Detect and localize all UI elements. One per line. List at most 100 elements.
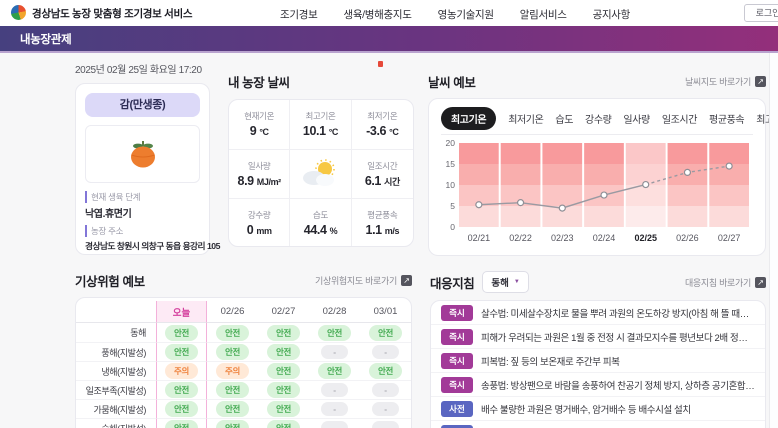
nav-item-4[interactable]: 알림서비스 xyxy=(520,7,567,22)
sun-behind-cloud-icon xyxy=(300,159,340,189)
risk-cell: 안전 xyxy=(258,380,309,399)
status-badge: 안전 xyxy=(165,344,198,360)
service-title: 경상남도 농장 맞춤형 조기경보 서비스 xyxy=(32,6,192,21)
nav-item-1[interactable]: 조기경보 xyxy=(280,7,317,22)
weather-cell-value: 9 °C xyxy=(250,124,269,138)
status-badge: 안전 xyxy=(318,325,351,341)
weather-cell-unit: °C xyxy=(259,127,268,137)
forecast-tabs: 최고기온최저기온습도강수량일사량일조시간평균풍속최고풍속 xyxy=(441,107,753,135)
svg-text:02/25: 02/25 xyxy=(634,233,657,243)
risk-cell: 안전 xyxy=(207,380,258,399)
risk-cell: - xyxy=(309,342,360,361)
forecast-line-chart: 0510152002/2102/2202/2302/2402/2502/2602… xyxy=(441,137,755,249)
risk-cell: 안전 xyxy=(156,399,207,418)
section-banner: 내농장관제 xyxy=(0,26,778,53)
status-badge: - xyxy=(321,421,348,428)
weather-cell-label: 습도 xyxy=(313,209,328,221)
tab-평균풍속[interactable]: 평균풍속 xyxy=(709,111,744,126)
status-badge: 안전 xyxy=(267,363,300,379)
farm-card: 감(만생종) 현재 생육 단계 낙엽.휴면기 농장 주소 경상남도 창원시 의창… xyxy=(75,83,210,255)
guidelines-link[interactable]: 대응지침 바로가기 ↗ xyxy=(685,276,766,289)
weather-map-link-label: 날씨지도 바로가기 xyxy=(685,75,751,88)
weather-map-link[interactable]: 날씨지도 바로가기 ↗ xyxy=(685,75,766,88)
risk-cell: 안전 xyxy=(258,418,309,428)
risk-map-link-label: 기상위험지도 바로가기 xyxy=(315,274,397,287)
nav-item-5[interactable]: 공지사항 xyxy=(593,7,630,22)
current-datetime: 2025년 02월 25일 화요일 17:20 xyxy=(75,61,210,76)
guideline-item-1[interactable]: 즉시살수법: 미세살수장치로 물을 뿌려 과원의 온도하강 방지(아침 해 뜰 … xyxy=(431,301,765,324)
tab-강수량[interactable]: 강수량 xyxy=(585,111,611,126)
farm-address-value: 경상남도 창원시 의창구 동읍 용강리 105 xyxy=(85,239,200,252)
guideline-badge: 사전 xyxy=(441,401,473,417)
guideline-item-4[interactable]: 즉시송풍법: 방상팬으로 바람을 송풍하여 찬공기 정체 방지, 상하층 공기혼… xyxy=(431,372,765,396)
persimmon-icon xyxy=(125,138,161,170)
status-badge: 안전 xyxy=(267,325,300,341)
tab-일조시간[interactable]: 일조시간 xyxy=(662,111,697,126)
risk-cell: 안전 xyxy=(207,323,258,342)
guidelines-link-label: 대응지침 바로가기 xyxy=(685,276,751,289)
risk-cell: 안전 xyxy=(360,323,411,342)
weather-card: 현재기온9 °C최고기온10.1 °C최저기온-3.6 °C일사량8.9 MJ/… xyxy=(228,99,414,247)
tab-습도[interactable]: 습도 xyxy=(555,111,573,126)
forecast-card: 최고기온최저기온습도강수량일사량일조시간평균풍속최고풍속 0510152002/… xyxy=(428,98,766,256)
scrollbar[interactable] xyxy=(769,53,778,428)
risk-cell: - xyxy=(360,399,411,418)
risk-row-label: 습해(지발성) xyxy=(76,418,156,428)
tab-최고기온[interactable]: 최고기온 xyxy=(441,107,496,130)
risk-cell: 안전 xyxy=(360,361,411,380)
status-badge: 안전 xyxy=(165,420,198,428)
status-badge: - xyxy=(321,402,348,416)
farm-address-label: 농장 주소 xyxy=(85,225,200,237)
status-badge: 안전 xyxy=(369,363,402,379)
status-badge: 안전 xyxy=(216,382,249,398)
weather-cell-현재기온: 현재기온9 °C xyxy=(229,100,290,150)
tab-최저기온[interactable]: 최저기온 xyxy=(508,111,543,126)
risk-cell: - xyxy=(309,418,360,428)
risk-header-02/27: 02/27 xyxy=(258,301,309,323)
risk-row-label: 가뭄해(지발성) xyxy=(76,399,156,418)
risk-header-03/01: 03/01 xyxy=(360,301,411,323)
weather-cell-value: 10.1 °C xyxy=(303,124,338,138)
risk-header-empty xyxy=(76,301,156,323)
risk-title: 기상위험 예보 xyxy=(75,271,145,290)
tab-일사량[interactable]: 일사량 xyxy=(623,111,649,126)
risk-header-02/28: 02/28 xyxy=(309,301,360,323)
weather-cell-unit: 시간 xyxy=(384,177,400,187)
svg-text:5: 5 xyxy=(450,201,455,211)
svg-text:02/21: 02/21 xyxy=(468,233,491,243)
guideline-item-5[interactable]: 사전 배수 불량한 과원은 명거배수, 암거배수 등 배수시설 설치 xyxy=(431,396,765,420)
weather-cell-일조시간: 일조시간6.1 시간 xyxy=(352,150,413,200)
status-badge: 안전 xyxy=(165,401,198,417)
risk-row-label: 일조부족(지발성) xyxy=(76,380,156,399)
weather-cell-unit: MJ/m² xyxy=(257,177,281,187)
guideline-item-2[interactable]: 즉시피해가 우려되는 과원은 1월 중 전정 시 결과모지수를 평년보다 2배 … xyxy=(431,324,765,348)
risk-row-label: 풍해(지발성) xyxy=(76,342,156,361)
external-link-icon: ↗ xyxy=(755,277,766,288)
nav-item-3[interactable]: 영농기술지원 xyxy=(438,7,494,22)
risk-type-dropdown[interactable]: 동해 ▼ xyxy=(482,271,528,293)
weather-cell-unit: °C xyxy=(389,127,398,137)
svg-text:10: 10 xyxy=(446,180,456,190)
risk-cell: 안전 xyxy=(207,418,258,428)
risk-cell: - xyxy=(360,380,411,399)
status-badge: - xyxy=(372,345,399,359)
weather-cell-평균풍속: 평균풍속1.1 m/s xyxy=(352,199,413,247)
weather-cell-value: 0 mm xyxy=(247,223,272,237)
nav-item-2[interactable]: 생육/병해충지도 xyxy=(343,7,411,22)
risk-cell: - xyxy=(360,418,411,428)
risk-map-link[interactable]: 기상위험지도 바로가기 ↗ xyxy=(315,274,412,287)
guideline-item-3[interactable]: 즉시피복법: 짚 등의 보온재로 주간부 피복 xyxy=(431,348,765,372)
guideline-badge: 즉시 xyxy=(441,353,473,369)
growth-stage-label: 현재 생육 단계 xyxy=(85,191,200,203)
guideline-text: 배수 불량한 과원은 명거배수, 암거배수 등 배수시설 설치 xyxy=(481,402,691,416)
status-badge: - xyxy=(321,345,348,359)
status-badge: 안전 xyxy=(216,401,249,417)
guideline-item-6[interactable]: 사전두더지 굴에 물을 주입하여 냉기 유입 방지 xyxy=(431,420,765,428)
guidelines-title: 대응지침 xyxy=(430,273,474,292)
login-button[interactable]: 로그인 xyxy=(744,4,778,22)
top-header: 경상남도 농장 맞춤형 조기경보 서비스 조기경보 생육/병해충지도 영농기술지원 알… xyxy=(0,0,778,26)
guideline-text: 송풍법: 방상팬으로 바람을 송풍하여 찬공기 정체 방지, 상하층 공기혼합으… xyxy=(481,378,755,392)
crop-name-pill[interactable]: 감(만생종) xyxy=(85,93,200,117)
main-nav: 조기경보 생육/병해충지도 영농기술지원 알림서비스 공지사항 xyxy=(280,7,630,22)
growth-stage-value: 낙엽.휴면기 xyxy=(85,205,200,220)
